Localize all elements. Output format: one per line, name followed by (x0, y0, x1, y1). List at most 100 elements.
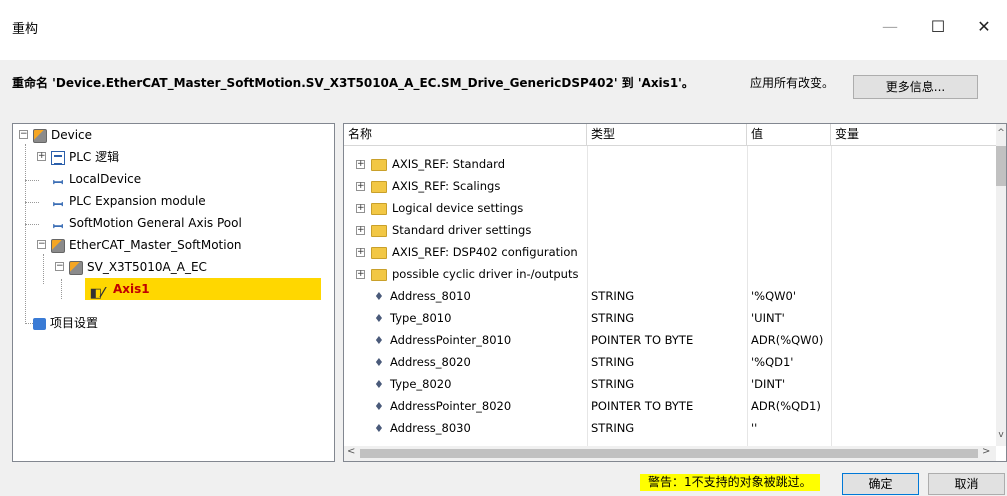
close-button[interactable]: ✕ (964, 12, 1004, 42)
tree-item-label: SoftMotion General Axis Pool (69, 216, 242, 230)
table-row[interactable]: + Logical device settings (344, 197, 997, 219)
column-header-value[interactable]: 值 (747, 124, 831, 146)
plc-logic-icon (51, 150, 65, 165)
table-row[interactable]: + AXIS_REF: Scalings (344, 175, 997, 197)
ok-button[interactable]: 确定 (842, 473, 919, 495)
axis-icon: ꟷ (52, 219, 64, 235)
table-row[interactable]: + AXIS_REF: DSP402 configuration (344, 241, 997, 263)
cell-value: ADR(%QD1) (751, 399, 821, 413)
tree-item-device[interactable]: Device (33, 124, 92, 146)
table-row[interactable]: ♦ Address_8030 STRING '' (344, 417, 997, 439)
column-header-type[interactable]: 类型 (587, 124, 747, 146)
cell-name: + Standard driver settings (356, 219, 531, 241)
axis-drive-icon: ◧⁄ (89, 285, 105, 301)
table-row[interactable]: + AXIS_REF: Standard (344, 153, 997, 175)
folder-icon (371, 268, 387, 281)
cell-name: + AXIS_REF: Standard (356, 153, 505, 175)
column-header-name[interactable]: 名称 (344, 124, 587, 146)
cell-name: + possible cyclic driver in-/outputs (356, 263, 578, 285)
maximize-button[interactable]: ☐ (918, 12, 958, 42)
cell-name: ♦ Address_8020 (374, 351, 471, 373)
cell-type: STRING (591, 311, 635, 325)
tree-item-localdevice[interactable]: ꟷ LocalDevice (51, 168, 141, 191)
cell-type: STRING (591, 377, 635, 391)
cell-name-text: Standard driver settings (392, 223, 532, 237)
tree-item-label: 项目设置 (50, 316, 99, 330)
cell-name: ♦ AddressPointer_8020 (374, 395, 511, 417)
cell-name-text: possible cyclic driver in-/outputs (392, 267, 579, 281)
tree-item-axis-pool[interactable]: ꟷ SoftMotion General Axis Pool (51, 212, 242, 235)
cell-name: + AXIS_REF: Scalings (356, 175, 500, 197)
scroll-left-icon[interactable]: < (347, 446, 355, 457)
folder-icon (371, 202, 387, 215)
vertical-scrollbar[interactable]: ^ v (996, 124, 1006, 446)
variable-icon: ♦ (374, 312, 384, 325)
scroll-up-icon[interactable]: ^ (996, 128, 1006, 138)
cell-name: ♦ Address_8030 (374, 417, 471, 439)
horizontal-scrollbar[interactable]: < > (344, 446, 996, 461)
cell-name-text: Address_8030 (390, 421, 471, 435)
variable-icon: ♦ (374, 334, 384, 347)
collapse-icon[interactable]: − (37, 240, 46, 249)
table-row[interactable]: + possible cyclic driver in-/outputs (344, 263, 997, 285)
vertical-scroll-thumb[interactable] (996, 146, 1006, 186)
axis-icon: ꟷ (52, 175, 64, 191)
tree-item-label: EtherCAT_Master_SoftMotion (69, 238, 242, 252)
cell-name: ♦ Type_8020 (374, 373, 451, 395)
cell-name: ♦ Type_8010 (374, 307, 451, 329)
column-header-variable[interactable]: 变量 (831, 124, 997, 146)
tree-item-label: Device (51, 128, 93, 142)
tree-item-plc-expansion[interactable]: ꟷ PLC Expansion module (51, 190, 206, 213)
tree-item-axis1[interactable]: ◧⁄ Axis1 (85, 278, 321, 301)
table-row[interactable]: ♦ Address_8020 STRING '%QD1' (344, 351, 997, 373)
properties-grid: 名称 类型 值 变量 + AXIS_REF: Standard + AXIS_REF:… (343, 123, 1007, 462)
expand-icon[interactable]: + (356, 248, 365, 257)
table-row[interactable]: ♦ AddressPointer_8010 POINTER TO BYTE ADR(%… (344, 329, 997, 351)
cell-type: STRING (591, 355, 635, 369)
variable-icon: ♦ (374, 400, 384, 413)
horizontal-scroll-thumb[interactable] (360, 449, 978, 458)
cell-name: + AXIS_REF: DSP402 configuration (356, 241, 578, 263)
more-info-button[interactable]: 更多信息... (853, 75, 978, 99)
cell-name-text: Type_8020 (390, 377, 452, 391)
table-row[interactable]: ♦ AddressPointer_8020 POINTER TO BYTE ADR(%… (344, 395, 997, 417)
cell-type: POINTER TO BYTE (591, 399, 694, 413)
tree-item-label: PLC 逻辑 (69, 150, 120, 164)
device-icon (33, 128, 47, 143)
cancel-button[interactable]: 取消 (928, 473, 1005, 495)
folder-icon (371, 180, 387, 193)
tree-connector (43, 254, 44, 284)
tree-item-ethercat-master[interactable]: EtherCAT_Master_SoftMotion (51, 234, 242, 256)
tree-item-plc-logic[interactable]: PLC 逻辑 (51, 146, 119, 168)
cell-name: ♦ AddressPointer_8010 (374, 329, 511, 351)
tree-item-label: Axis1 (113, 282, 150, 296)
collapse-icon[interactable]: − (55, 262, 64, 271)
variable-icon: ♦ (374, 290, 384, 303)
scroll-down-icon[interactable]: v (996, 430, 1006, 440)
table-row[interactable]: ♦ Type_8020 STRING 'DINT' (344, 373, 997, 395)
cell-value: '%QW0' (751, 289, 796, 303)
cell-name: + Logical device settings (356, 197, 523, 219)
expand-icon[interactable]: + (356, 204, 365, 213)
tree-item-label: PLC Expansion module (69, 194, 206, 208)
expand-icon[interactable]: + (356, 160, 365, 169)
tree-item-sv-drive[interactable]: SV_X3T5010A_A_EC (69, 256, 207, 278)
cell-name-text: AXIS_REF: Standard (392, 157, 506, 171)
cell-name-text: AXIS_REF: DSP402 configuration (392, 245, 578, 259)
tree-connector (25, 144, 26, 324)
expand-icon[interactable]: + (356, 270, 365, 279)
collapse-icon[interactable]: − (19, 130, 28, 139)
scroll-right-icon[interactable]: > (982, 446, 990, 457)
table-row[interactable]: ♦ Address_8010 STRING '%QW0' (344, 285, 997, 307)
tree-item-project-settings[interactable]: 项目设置 (33, 312, 98, 334)
minimize-button[interactable]: — (870, 12, 910, 42)
table-row[interactable]: ♦ Type_8010 STRING 'UINT' (344, 307, 997, 329)
device-tree: − Device + PLC 逻辑 ꟷ LocalDevice ꟷ PLC Expa… (12, 123, 335, 462)
cell-value: '%QD1' (751, 355, 794, 369)
expand-icon[interactable]: + (356, 182, 365, 191)
table-row[interactable]: + Standard driver settings (344, 219, 997, 241)
expand-icon[interactable]: + (356, 226, 365, 235)
expand-icon[interactable]: + (37, 152, 46, 161)
cell-type: STRING (591, 421, 635, 435)
cell-name: ♦ Address_8010 (374, 285, 471, 307)
